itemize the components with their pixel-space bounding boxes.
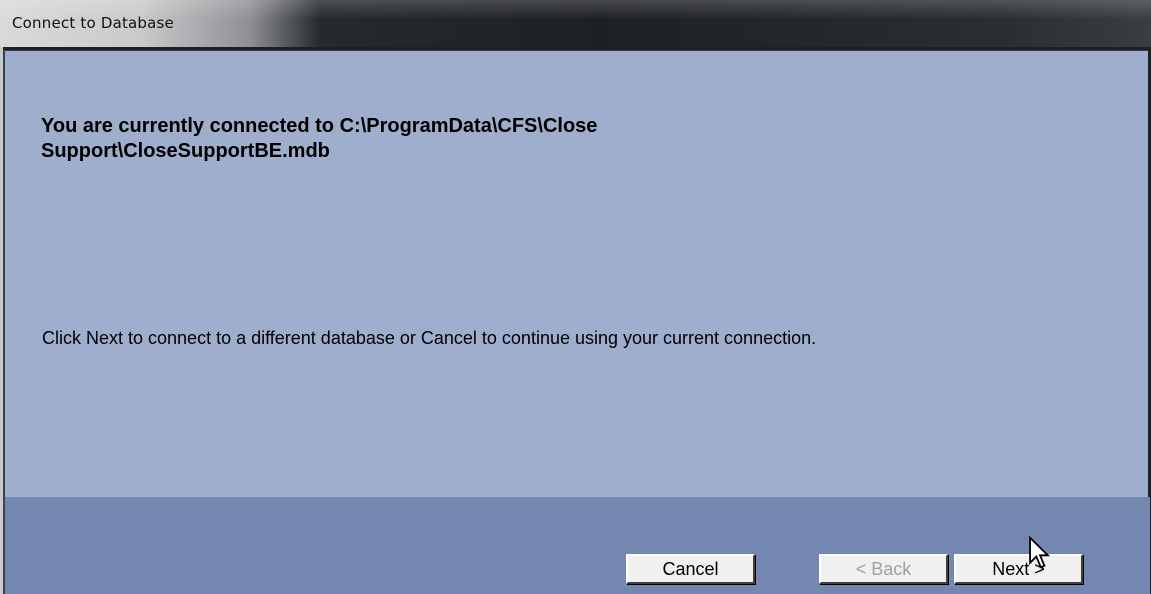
- back-button-label: < Back: [855, 558, 912, 579]
- title-bar[interactable]: Connect to Database: [0, 0, 1151, 47]
- cancel-button-label: Cancel: [662, 558, 719, 579]
- instructions-text: Click Next to connect to a different dat…: [42, 328, 817, 348]
- content-panel: You are currently connected to C:\Progra…: [3, 50, 1148, 498]
- window-title: Connect to Database: [12, 14, 174, 32]
- arrow-cursor-icon: [1029, 536, 1051, 569]
- cancel-button[interactable]: Cancel: [626, 554, 755, 584]
- button-bar: Cancel < Back Next >: [3, 497, 1150, 594]
- back-button[interactable]: < Back: [819, 554, 948, 584]
- connect-database-window: Connect to Database You are currently co…: [0, 0, 1151, 594]
- connection-status-message: You are currently connected to C:\Progra…: [41, 115, 598, 162]
- next-button[interactable]: Next >: [954, 554, 1083, 584]
